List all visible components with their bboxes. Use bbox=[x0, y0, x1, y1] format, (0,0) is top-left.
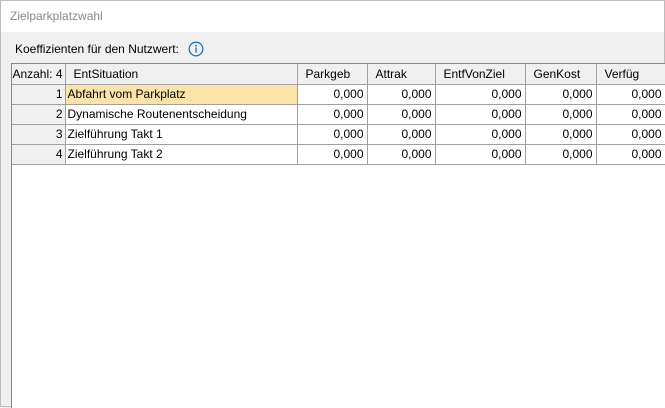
genkost-cell[interactable]: 0,000 bbox=[525, 124, 597, 145]
table-header-row: Anzahl: 4 EntSituation Parkgeb Attrak En… bbox=[12, 64, 665, 85]
parkgeb-cell[interactable]: 0,000 bbox=[297, 84, 368, 105]
genkost-cell[interactable]: 0,000 bbox=[525, 144, 597, 165]
dialog-window: Zielparkplatzwahl Koeffizienten für den … bbox=[0, 0, 665, 408]
genkost-cell[interactable]: 0,000 bbox=[525, 84, 597, 105]
verfueg-cell[interactable]: 0,000 bbox=[596, 144, 665, 165]
parkgeb-cell[interactable]: 0,000 bbox=[297, 124, 368, 145]
coefficients-header: Koeffizienten für den Nutzwert: bbox=[15, 40, 204, 58]
column-header-entfvonziel[interactable]: EntfVonZiel bbox=[435, 64, 526, 85]
attrak-cell[interactable]: 0,000 bbox=[367, 144, 436, 165]
attrak-cell[interactable]: 0,000 bbox=[367, 124, 436, 145]
entfvonziel-cell[interactable]: 0,000 bbox=[435, 124, 526, 145]
table-row[interactable]: 3 Zielführung Takt 1 0,000 0,000 0,000 0… bbox=[12, 124, 665, 145]
row-index[interactable]: 2 bbox=[12, 104, 66, 125]
situation-cell[interactable]: Zielführung Takt 2 bbox=[65, 144, 298, 165]
column-header-parkgeb[interactable]: Parkgeb bbox=[297, 64, 368, 85]
verfueg-cell[interactable]: 0,000 bbox=[596, 124, 665, 145]
verfueg-cell[interactable]: 0,000 bbox=[596, 84, 665, 105]
count-header: Anzahl: 4 bbox=[12, 64, 66, 85]
coefficients-table: Anzahl: 4 EntSituation Parkgeb Attrak En… bbox=[12, 64, 665, 165]
column-header-attrak[interactable]: Attrak bbox=[367, 64, 436, 85]
situation-cell[interactable]: Abfahrt vom Parkplatz bbox=[65, 84, 298, 105]
table-row[interactable]: 4 Zielführung Takt 2 0,000 0,000 0,000 0… bbox=[12, 144, 665, 165]
situation-cell[interactable]: Zielführung Takt 1 bbox=[65, 124, 298, 145]
attrak-cell[interactable]: 0,000 bbox=[367, 104, 436, 125]
column-header-entsituation[interactable]: EntSituation bbox=[65, 64, 298, 85]
coefficients-label: Koeffizienten für den Nutzwert: bbox=[15, 42, 179, 56]
table-row[interactable]: 2 Dynamische Routenentscheidung 0,000 0,… bbox=[12, 104, 665, 125]
entfvonziel-cell[interactable]: 0,000 bbox=[435, 104, 526, 125]
parkgeb-cell[interactable]: 0,000 bbox=[297, 104, 368, 125]
coefficients-grid[interactable]: Anzahl: 4 EntSituation Parkgeb Attrak En… bbox=[11, 63, 665, 408]
row-index[interactable]: 4 bbox=[12, 144, 66, 165]
column-header-genkost[interactable]: GenKost bbox=[525, 64, 597, 85]
row-index[interactable]: 3 bbox=[12, 124, 66, 145]
info-icon[interactable] bbox=[188, 41, 204, 57]
title-bar[interactable]: Zielparkplatzwahl bbox=[1, 1, 664, 32]
entfvonziel-cell[interactable]: 0,000 bbox=[435, 144, 526, 165]
attrak-cell[interactable]: 0,000 bbox=[367, 84, 436, 105]
entfvonziel-cell[interactable]: 0,000 bbox=[435, 84, 526, 105]
column-header-verfueg[interactable]: Verfüg bbox=[596, 64, 665, 85]
situation-cell[interactable]: Dynamische Routenentscheidung bbox=[65, 104, 298, 125]
verfueg-cell[interactable]: 0,000 bbox=[596, 104, 665, 125]
table-row[interactable]: 1 Abfahrt vom Parkplatz 0,000 0,000 0,00… bbox=[12, 84, 665, 105]
window-title: Zielparkplatzwahl bbox=[10, 9, 103, 23]
row-index[interactable]: 1 bbox=[12, 84, 66, 105]
genkost-cell[interactable]: 0,000 bbox=[525, 104, 597, 125]
parkgeb-cell[interactable]: 0,000 bbox=[297, 144, 368, 165]
